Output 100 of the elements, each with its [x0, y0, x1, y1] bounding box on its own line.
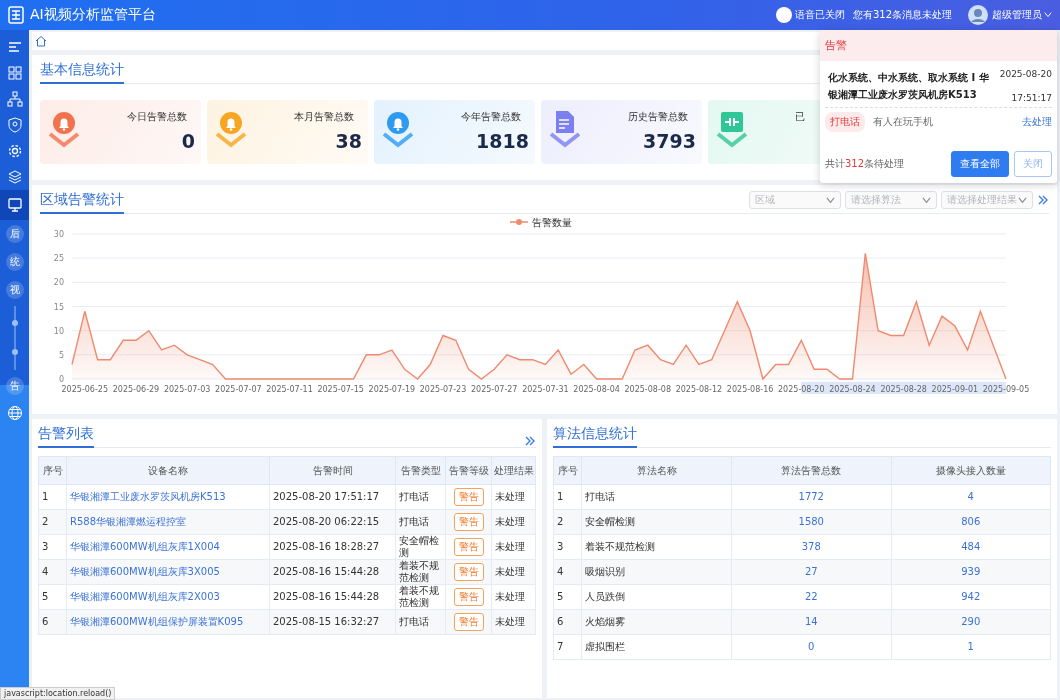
table-cell: 2025-08-15 16:32:27 — [269, 609, 396, 635]
table-cell: 7 — [553, 634, 582, 660]
table-cell: 未处理 — [491, 534, 536, 560]
axis-tick-label: 2025-07-11 — [266, 385, 313, 394]
globe-icon[interactable] — [6, 405, 23, 421]
axis-tick-label: 2025-08-16 — [726, 385, 774, 394]
stat-label: 已 — [795, 111, 805, 122]
status-bar: javascript:location.reload() — [0, 687, 116, 700]
table-cell: 5 — [38, 584, 67, 610]
column-header: 序号 — [553, 456, 582, 485]
user-menu[interactable]: 超级管理员 — [992, 8, 1052, 22]
logo-icon — [8, 6, 24, 24]
alert-count: 27 — [804, 566, 818, 577]
sidebar-item[interactable]: 后 — [5, 225, 24, 243]
section-title: 基本信息统计 — [40, 59, 124, 84]
hierarchy-icon[interactable] — [6, 91, 23, 107]
section-title: 算法信息统计 — [553, 423, 637, 448]
table-cell: 1 — [38, 484, 67, 510]
section-title: 区域告警统计 — [40, 189, 124, 214]
column-header: 摄像头接入数量 — [891, 456, 1051, 485]
table-cell: 未处理 — [491, 584, 536, 610]
axis-tick-label: 15 — [53, 302, 64, 312]
sidebar-item[interactable]: 视 — [5, 281, 24, 299]
axis-tick-label: 2025-06-25 — [61, 385, 109, 394]
table-cell: 2025-08-16 15:44:28 — [269, 559, 396, 585]
axis-tick-label: 25 — [53, 254, 64, 264]
table-cell: 打电话 — [395, 484, 446, 510]
double-chevron-icon[interactable] — [1037, 194, 1049, 206]
stat-value: 38 — [335, 130, 362, 152]
column-header: 算法告警总数 — [731, 456, 891, 485]
axis-tick-label: 2025-09-01 — [931, 385, 979, 394]
column-header: 序号 — [38, 456, 67, 485]
stat-label: 历史告警总数 — [628, 111, 688, 122]
sidebar-item[interactable]: 统 — [5, 253, 24, 271]
table-cell: 吸烟识别 — [581, 559, 732, 585]
axis-tick-label: 2025-07-07 — [215, 385, 262, 394]
table-cell: 2 — [553, 509, 582, 535]
voice-toggle[interactable] — [775, 7, 792, 23]
table-cell: 3 — [553, 534, 582, 560]
axis-tick-label: 2025-08-04 — [573, 385, 620, 394]
table-cell: 3 — [38, 534, 67, 560]
level-tag: 警告 — [453, 488, 484, 506]
level-tag: 警告 — [453, 513, 484, 531]
table-cell: 6 — [38, 609, 67, 635]
home-icon[interactable] — [35, 35, 47, 47]
alert-time: 17:51:17 — [1011, 93, 1052, 103]
column-header: 告警时间 — [269, 456, 396, 485]
table-cell: 5 — [553, 584, 582, 610]
sidebar-item[interactable]: 告 — [5, 377, 24, 395]
table-cell: 火焰烟雾 — [581, 609, 732, 635]
table-cell: 2 — [38, 509, 67, 535]
table-cell: 2025-08-20 17:51:17 — [269, 484, 396, 510]
menu-icon[interactable] — [6, 39, 23, 55]
table-cell: 2025-08-16 15:44:28 — [269, 584, 396, 610]
shield-icon[interactable] — [6, 117, 23, 133]
axis-tick-label: 2025-07-31 — [522, 385, 569, 394]
grid-icon[interactable] — [6, 65, 23, 81]
table-cell: 2025-08-16 18:28:27 — [269, 534, 396, 560]
legend-label: 告警数量 — [532, 217, 572, 228]
axis-tick-label: 2025-08-28 — [880, 385, 927, 394]
axis-tick-label: 2025-07-03 — [163, 385, 211, 394]
stat-label: 本月告警总数 — [294, 111, 354, 122]
table-cell: 人员跌倒 — [581, 584, 732, 610]
alert-description: 有人在玩手机 — [873, 115, 933, 129]
avatar-icon[interactable] — [968, 5, 988, 25]
popup-title: 告警 — [820, 30, 1057, 61]
axis-tick-label: 20 — [53, 278, 64, 288]
message-count[interactable]: 您有312条消息未处理 — [852, 8, 952, 22]
axis-tick-label: 2025-07-19 — [368, 385, 416, 394]
layers-icon[interactable] — [6, 169, 23, 185]
alert-count: 22 — [804, 591, 818, 602]
alert-message: 化水系统、中水系统、取水系统 I 华银湘潭工业废水罗茨风机房K513 — [828, 71, 990, 102]
camera-count: 484 — [961, 541, 981, 552]
table-cell: 2025-08-20 06:22:15 — [269, 509, 396, 535]
axis-tick-label: 2025-07-15 — [317, 385, 364, 394]
alert-date: 2025-08-20 — [999, 69, 1052, 79]
table-cell: 4 — [38, 559, 67, 585]
stat-label: 今年告警总数 — [461, 111, 521, 122]
section-title: 告警列表 — [38, 423, 94, 448]
caret-icon — [1018, 195, 1027, 205]
camera-count: 939 — [961, 566, 981, 577]
level-tag: 警告 — [453, 588, 484, 606]
table-cell: 着装不规范检测 — [581, 534, 732, 560]
caret-icon — [922, 195, 931, 205]
column-header: 算法名称 — [581, 456, 732, 485]
monitor-icon[interactable] — [6, 197, 23, 213]
settings-icon[interactable] — [6, 143, 23, 159]
level-tag: 警告 — [453, 613, 484, 631]
table-cell: 安全帽检测 — [395, 534, 446, 560]
handle-link[interactable]: 去处理 — [1022, 115, 1052, 129]
stat-label: 今日告警总数 — [127, 111, 187, 122]
axis-tick-label: 10 — [53, 326, 64, 336]
chart-legend[interactable]: 告警数量 — [509, 217, 572, 228]
table-cell: 着装不规范检测 — [395, 584, 446, 610]
axis-tick-label: 0 — [58, 375, 64, 384]
camera-count: 290 — [961, 616, 981, 627]
column-header: 告警类型 — [395, 456, 446, 485]
view-all-button[interactable]: 查看全部 — [951, 151, 1009, 177]
caret-icon — [1044, 11, 1052, 19]
double-chevron-icon[interactable] — [524, 435, 536, 447]
